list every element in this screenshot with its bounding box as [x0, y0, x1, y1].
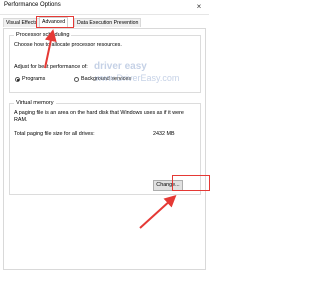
programs-label[interactable]: Programs: [22, 76, 45, 83]
virtual-memory-legend: Virtual memory: [14, 100, 56, 107]
title-bar: Performance Options ×: [0, 0, 209, 15]
programs-radio[interactable]: [15, 77, 20, 82]
virtual-memory-description: A paging file is an area on the hard dis…: [14, 110, 184, 123]
total-paging-value: 2432 MB: [153, 131, 175, 137]
tab-data-execution-prevention[interactable]: Data Execution Prevention: [74, 18, 142, 27]
tab-visual-effects[interactable]: Visual Effects: [3, 18, 41, 27]
background-services-radio[interactable]: [74, 77, 79, 82]
close-icon[interactable]: ×: [192, 0, 206, 13]
processor-scheduling-legend: Processor scheduling: [14, 32, 72, 39]
driver-easy-logo-text: driver easy: [94, 61, 147, 72]
processor-scheduling-description: Choose how to allocate processor resourc…: [14, 42, 122, 48]
total-paging-label: Total paging file size for all drives:: [14, 131, 95, 137]
tab-strip: Visual Effects Advanced Data Execution P…: [3, 17, 206, 28]
tab-advanced[interactable]: Advanced: [39, 17, 69, 27]
adjust-performance-label: Adjust for best performance of:: [14, 64, 88, 70]
window-title: Performance Options: [4, 2, 61, 8]
change-button[interactable]: Change...: [153, 180, 183, 191]
virtual-memory-group: Virtual memory A paging file is an area …: [9, 100, 201, 195]
driver-easy-url: www.DriverEasy.com: [95, 73, 180, 83]
